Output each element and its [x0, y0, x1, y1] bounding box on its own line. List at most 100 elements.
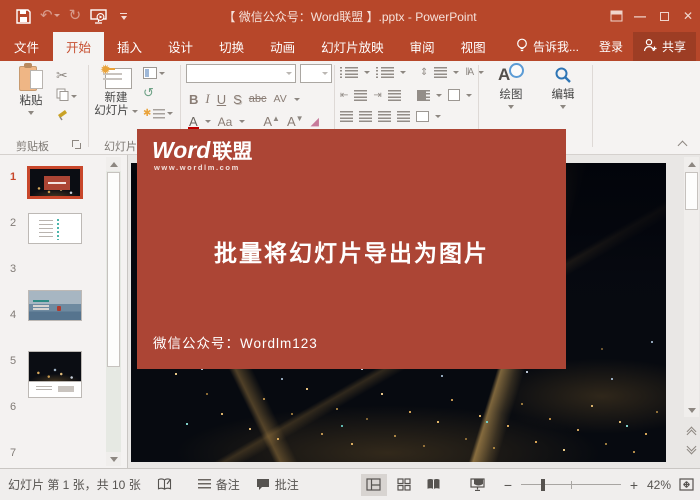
section-button[interactable]: ✱ — [143, 108, 174, 119]
zoom-percentage[interactable]: 42% — [647, 478, 671, 492]
zoom-in-button[interactable]: + — [629, 477, 639, 493]
undo-dropdown-icon[interactable] — [53, 14, 60, 17]
collapse-ribbon-icon[interactable] — [679, 139, 688, 145]
character-spacing-button[interactable]: AV — [274, 93, 287, 105]
bold-button[interactable]: B — [189, 92, 198, 107]
normal-view-button[interactable] — [360, 473, 387, 496]
canvas-scrollbar-thumb[interactable] — [685, 172, 698, 210]
text-direction-icon[interactable]: ‖A — [465, 67, 474, 78]
slide-thumbnail-2[interactable] — [28, 213, 82, 244]
proofing-button[interactable] — [157, 478, 172, 491]
increase-font-size-button[interactable]: A▲ — [263, 114, 280, 129]
zoom-out-button[interactable]: − — [503, 477, 513, 493]
tab-review[interactable]: 审阅 — [397, 32, 448, 61]
underline-button[interactable]: U — [217, 92, 226, 107]
next-slide-button[interactable] — [684, 441, 699, 458]
format-painter-button[interactable] — [56, 108, 69, 124]
canvas-scroll-up-icon[interactable] — [684, 157, 699, 171]
convert-smartart-dropdown-icon[interactable] — [435, 115, 441, 118]
copy-dropdown-icon[interactable] — [71, 94, 77, 98]
align-left-icon[interactable] — [340, 111, 353, 122]
notes-button[interactable]: 备注 — [197, 476, 240, 493]
thumbnail-scroll-up-icon[interactable] — [106, 157, 121, 171]
reset-button[interactable]: ↺ — [143, 86, 154, 99]
font-color-dropdown-icon[interactable] — [204, 120, 211, 123]
change-case-button[interactable]: Aa — [218, 115, 233, 129]
tab-insert[interactable]: 插入 — [104, 32, 155, 61]
slide-thumbnail-3[interactable] — [28, 290, 82, 321]
tab-transitions[interactable]: 切换 — [206, 32, 257, 61]
close-button[interactable]: ✕ — [676, 0, 700, 32]
align-text-dropdown-icon[interactable] — [465, 93, 472, 97]
bullets-icon[interactable] — [340, 67, 358, 78]
clear-formatting-icon[interactable]: ◢ — [311, 115, 319, 128]
slide-thumbnail-1[interactable] — [27, 166, 83, 199]
maximize-button[interactable] — [652, 0, 676, 32]
numbering-dropdown-icon[interactable] — [400, 71, 406, 74]
zoom-slider[interactable] — [520, 478, 621, 492]
tab-slideshow[interactable]: 幻灯片放映 — [308, 32, 397, 61]
font-name-combobox[interactable] — [186, 64, 296, 83]
thumbnail-scroll-down-icon[interactable] — [106, 452, 121, 466]
font-color-button[interactable]: A — [188, 114, 199, 130]
start-slideshow-icon[interactable] — [90, 8, 107, 24]
undo-button[interactable]: ↶ — [40, 8, 60, 23]
align-center-icon[interactable] — [359, 111, 372, 122]
previous-slide-button[interactable] — [684, 423, 699, 440]
tab-view[interactable]: 视图 — [448, 32, 499, 61]
new-slide-button[interactable]: ✹ 新建 幻灯片 — [92, 63, 140, 118]
slide-sorter-view-button[interactable] — [391, 474, 417, 496]
columns-dropdown-icon[interactable] — [435, 93, 442, 97]
save-icon[interactable] — [16, 8, 31, 24]
decrease-indent-icon[interactable]: ⇤ — [340, 90, 348, 101]
ribbon-display-options-button[interactable] — [604, 0, 628, 32]
tab-file[interactable]: 文件 — [0, 32, 53, 61]
bullets-dropdown-icon[interactable] — [364, 71, 370, 74]
share-button[interactable]: 共享 — [632, 32, 696, 61]
editing-group-button[interactable]: 编辑 — [540, 63, 586, 109]
drawing-group-button[interactable]: A 绘图 — [488, 63, 534, 109]
thumbnail-scrollbar[interactable] — [106, 157, 121, 466]
canvas-scrollbar[interactable] — [684, 157, 699, 417]
align-text-icon[interactable] — [447, 89, 460, 101]
customize-qat-dropdown-icon[interactable] — [120, 12, 128, 20]
tab-home[interactable]: 开始 — [53, 32, 105, 61]
comments-button[interactable]: 批注 — [256, 476, 299, 493]
line-spacing-dropdown-icon[interactable] — [453, 71, 460, 74]
line-spacing-icon[interactable]: ⇕ — [420, 67, 428, 78]
fit-to-window-icon[interactable] — [679, 478, 694, 491]
decrease-font-size-button[interactable]: A▼ — [287, 114, 304, 129]
slideshow-view-button[interactable] — [465, 474, 491, 496]
columns-icon[interactable] — [416, 89, 430, 101]
character-spacing-dropdown-icon[interactable] — [293, 97, 300, 101]
copy-button[interactable] — [56, 88, 77, 104]
tab-design[interactable]: 设计 — [155, 32, 206, 61]
reading-view-button[interactable] — [421, 474, 447, 496]
font-size-combobox[interactable] — [300, 64, 332, 83]
minimize-button[interactable]: — — [628, 0, 652, 32]
text-shadow-button[interactable]: S — [233, 92, 242, 107]
strikethrough-button[interactable]: abc — [249, 93, 267, 105]
paste-dropdown-icon[interactable] — [28, 111, 34, 115]
thumbnail-scrollbar-thumb[interactable] — [107, 172, 120, 367]
tab-animations[interactable]: 动画 — [257, 32, 308, 61]
new-slide-dropdown-icon[interactable] — [131, 110, 138, 113]
canvas-scroll-down-icon[interactable] — [684, 403, 699, 417]
numbering-icon[interactable] — [376, 67, 394, 78]
text-direction-dropdown-icon[interactable] — [478, 71, 485, 74]
tell-me-button[interactable]: 告诉我... — [506, 32, 589, 61]
increase-indent-icon[interactable]: ⇥ — [373, 90, 381, 101]
clipboard-dialog-launcher-icon[interactable] — [72, 140, 81, 149]
layout-button[interactable] — [143, 67, 165, 79]
cut-button[interactable]: ✂ — [56, 67, 68, 84]
justify-icon[interactable] — [397, 111, 410, 122]
paste-button[interactable]: 粘贴 — [8, 63, 54, 115]
slide-thumbnail-5[interactable] — [28, 351, 82, 382]
zoom-slider-handle[interactable] — [540, 478, 545, 491]
sign-in-button[interactable]: 登录 — [589, 32, 633, 61]
change-case-dropdown-icon[interactable] — [239, 120, 246, 123]
italic-button[interactable]: I — [205, 91, 209, 107]
align-right-icon[interactable] — [378, 111, 391, 122]
convert-smartart-icon[interactable] — [416, 111, 429, 122]
redo-icon[interactable]: ↻ — [69, 8, 82, 23]
